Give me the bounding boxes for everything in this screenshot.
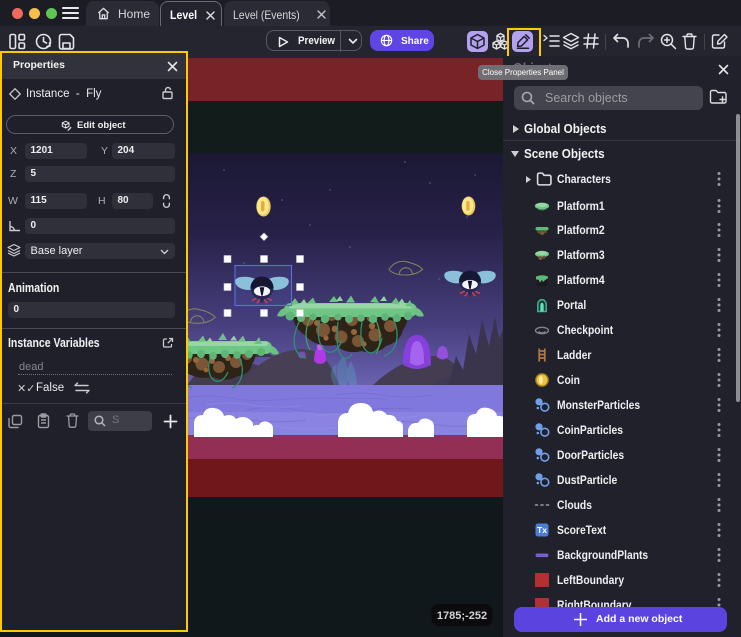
- svg-text:Tx: Tx: [537, 525, 547, 535]
- svg-text:1785;-252: 1785;-252: [437, 610, 487, 622]
